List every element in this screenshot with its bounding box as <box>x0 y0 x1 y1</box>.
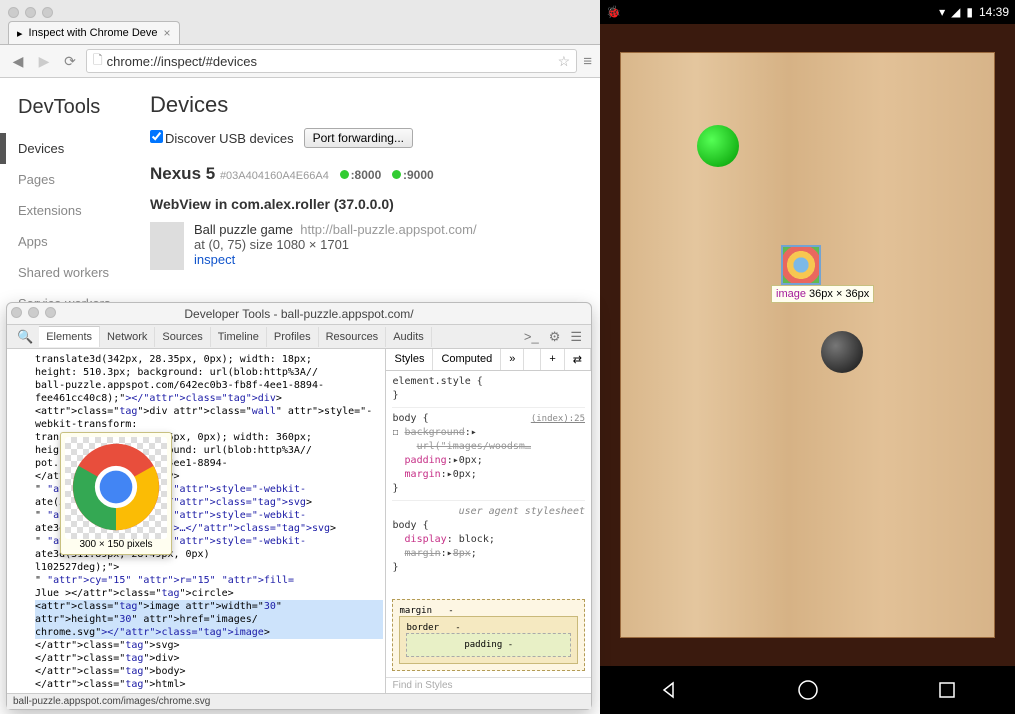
tab-audits[interactable]: Audits <box>386 327 432 347</box>
debug-icon: 🐞 <box>606 5 621 19</box>
port-forwarding-button[interactable]: Port forwarding... <box>304 128 413 148</box>
find-in-styles[interactable]: Find in Styles <box>386 677 591 693</box>
page-heading: Devices <box>150 92 586 118</box>
browser-tab[interactable]: ▸ Inspect with Chrome Deve × <box>8 21 180 44</box>
devtools-title: DevTools <box>18 96 140 119</box>
tab-profiles[interactable]: Profiles <box>267 327 319 347</box>
tab-sources[interactable]: Sources <box>155 327 210 347</box>
chrome-logo-icon <box>68 439 164 535</box>
bookmark-icon[interactable]: ☆ <box>558 53 571 70</box>
webview-meta: at (0, 75) size 1080 × 1701 <box>194 237 477 252</box>
game-surface[interactable]: image 36px × 36px <box>620 52 995 638</box>
webview-thumbnail <box>150 222 184 270</box>
console-icon[interactable]: >_ <box>519 329 544 344</box>
traffic-close[interactable] <box>8 7 19 18</box>
traffic-max[interactable] <box>45 307 56 318</box>
address-bar[interactable]: 🗋 chrome://inspect/#devices ☆ <box>86 49 577 73</box>
webview-url: http://ball-puzzle.appspot.com/ <box>300 222 476 237</box>
image-dims: 300 × 150 pixels <box>65 539 167 550</box>
devtools-window-title: Developer Tools - ball-puzzle.appspot.co… <box>184 307 413 321</box>
tab-network[interactable]: Network <box>100 327 155 347</box>
traffic-min[interactable] <box>28 307 39 318</box>
back-icon[interactable] <box>659 680 679 700</box>
signal-icon: ◢ <box>951 5 960 19</box>
tab-timeline[interactable]: Timeline <box>211 327 267 347</box>
gear-icon[interactable]: ⚙ <box>544 329 566 345</box>
search-icon[interactable]: 🔍 <box>11 329 39 345</box>
tab-elements[interactable]: Elements <box>39 326 100 347</box>
sidebar-item-extensions[interactable]: Extensions <box>18 195 140 226</box>
webview-title: Ball puzzle game <box>194 222 293 237</box>
clock: 14:39 <box>979 5 1009 19</box>
battery-icon: ▮ <box>966 5 973 19</box>
sidebar-item-devices[interactable]: Devices <box>0 133 140 164</box>
traffic-min[interactable] <box>25 7 36 18</box>
status-dot <box>340 170 349 179</box>
status-dot <box>392 170 401 179</box>
tab-styles[interactable]: Styles <box>386 349 433 370</box>
reload-button[interactable]: ⟳ <box>60 51 80 71</box>
port-label: :8000 <box>351 168 382 182</box>
ball-green[interactable] <box>697 125 739 167</box>
port-label: :9000 <box>403 168 434 182</box>
inspect-link[interactable]: inspect <box>194 252 477 267</box>
traffic-max[interactable] <box>42 7 53 18</box>
device-row: Nexus 5 #03A404160A4E66A4 :8000 :9000 <box>150 164 586 184</box>
toggle-state-icon[interactable]: ⇄ <box>565 349 591 370</box>
box-model: margin - border - padding - <box>392 599 585 671</box>
tab-title: Inspect with Chrome Deve <box>29 27 158 39</box>
sidebar-item-shared-workers[interactable]: Shared workers <box>18 257 140 288</box>
styles-pane[interactable]: element.style { } (index):25body { ☐ bac… <box>386 371 591 579</box>
tab-favicon: ▸ <box>17 27 23 40</box>
tab-computed[interactable]: Computed <box>433 349 501 370</box>
url-text: chrome://inspect/#devices <box>107 54 257 69</box>
sidebar-item-pages[interactable]: Pages <box>18 164 140 195</box>
webview-heading: WebView in com.alex.roller (37.0.0.0) <box>150 196 586 212</box>
drawer-icon[interactable]: ☰ <box>565 329 587 345</box>
breadcrumb[interactable]: ball-puzzle.appspot.com/images/chrome.sv… <box>7 693 591 709</box>
new-rule-icon[interactable]: + <box>541 349 564 370</box>
page-icon: 🗋 <box>93 51 103 72</box>
android-status-bar: 🐞 ▾ ◢ ▮ 14:39 <box>600 0 1015 24</box>
ball-dark[interactable] <box>821 331 863 373</box>
discover-checkbox-label[interactable]: Discover USB devices <box>150 130 294 146</box>
sidebar-item-apps[interactable]: Apps <box>18 226 140 257</box>
android-nav-bar <box>600 666 1015 714</box>
close-icon[interactable]: × <box>164 26 171 40</box>
device-name: Nexus 5 <box>150 164 215 183</box>
device-id: #03A404160A4E66A4 <box>220 170 329 182</box>
selected-image-highlight[interactable] <box>783 247 819 283</box>
forward-button[interactable]: ▶ <box>34 51 54 71</box>
image-preview-tooltip: 300 × 150 pixels <box>60 432 172 555</box>
wifi-icon: ▾ <box>939 5 945 19</box>
recents-icon[interactable] <box>938 681 956 699</box>
traffic-close[interactable] <box>11 307 22 318</box>
element-tooltip: image 36px × 36px <box>771 285 874 303</box>
back-button[interactable]: ◀ <box>8 51 28 71</box>
tab-resources[interactable]: Resources <box>319 327 387 347</box>
menu-icon[interactable]: ≡ <box>583 53 592 70</box>
tab-more[interactable]: » <box>501 349 524 370</box>
home-icon[interactable] <box>797 679 819 701</box>
discover-checkbox[interactable] <box>150 130 163 143</box>
